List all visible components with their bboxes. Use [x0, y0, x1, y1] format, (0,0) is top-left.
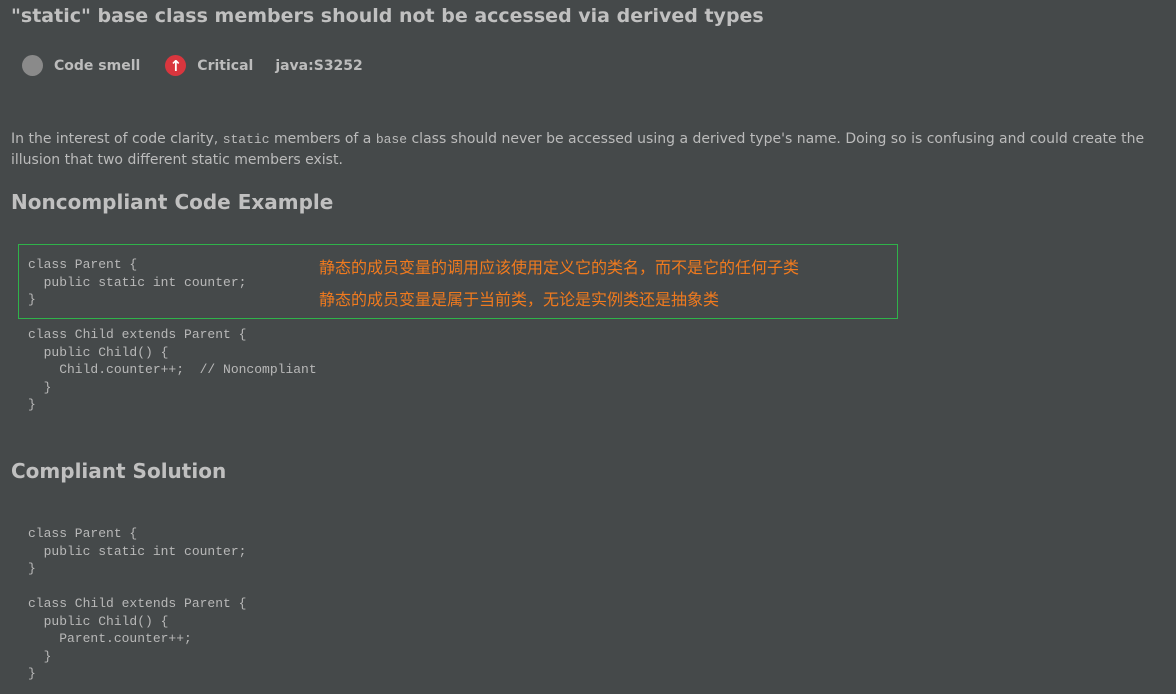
- noncompliant-heading: Noncompliant Code Example: [11, 190, 334, 214]
- compliant-heading: Compliant Solution: [11, 459, 227, 483]
- compliant-code: class Parent { public static int counter…: [28, 526, 247, 681]
- code-smell-icon: [22, 55, 43, 76]
- critical-severity-icon: ↑: [165, 55, 187, 76]
- rule-severity: Critical: [197, 57, 254, 74]
- annotation-line-2: 静态的成员变量是属于当前类，无论是实例类还是抽象类: [319, 290, 720, 309]
- rule-description: In the interest of code clarity, static …: [11, 131, 1145, 168]
- rule-meta: Code smell ↑ Critical java:S3252: [22, 55, 363, 76]
- noncompliant-code-child: class Child extends Parent { public Chil…: [28, 327, 317, 412]
- annotation-line-1: 静态的成员变量的调用应该使用定义它的类名，而不是它的任何子类: [319, 258, 800, 277]
- noncompliant-code-parent: class Parent { public static int counter…: [28, 257, 247, 307]
- rule-type: Code smell: [54, 57, 141, 74]
- rule-key: java:S3252: [275, 57, 363, 74]
- rule-title: "static" base class members should not b…: [11, 5, 764, 27]
